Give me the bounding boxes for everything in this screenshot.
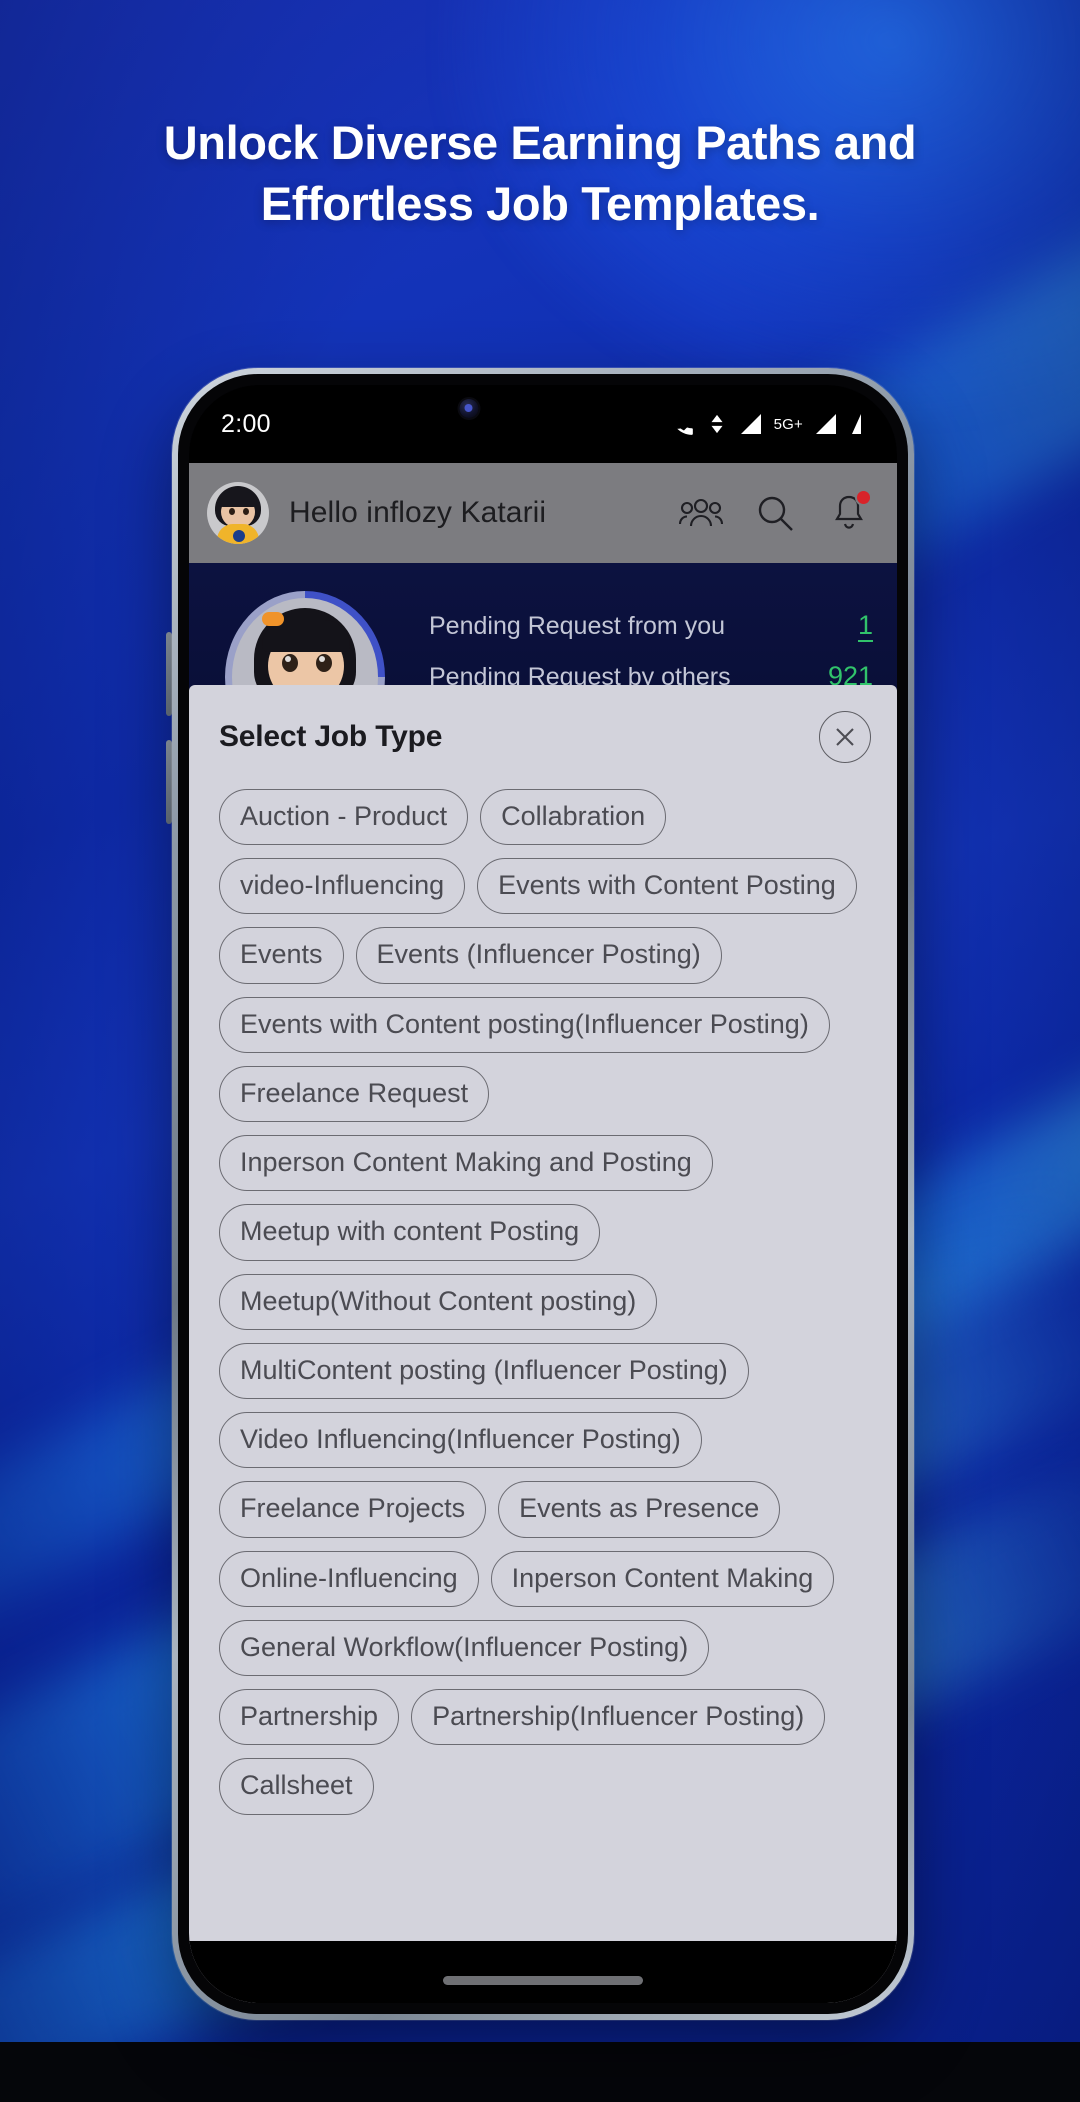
job-type-chip[interactable]: Online-Influencing — [219, 1550, 479, 1607]
status-bar: 2:00 5G+ — [189, 385, 897, 463]
phone-screen: 2:00 5G+ Hello inflozy Katarii Pending R… — [189, 385, 897, 2003]
status-bar-icons: 5G+ — [669, 411, 863, 437]
job-type-chip[interactable]: Events with Content posting(Influencer P… — [219, 996, 830, 1053]
bell-icon[interactable] — [827, 489, 872, 535]
job-type-chip[interactable]: Meetup with content Posting — [219, 1204, 601, 1261]
job-type-chip[interactable]: Events with Content Posting — [477, 858, 857, 915]
job-type-chip[interactable]: Meetup(Without Content posting) — [219, 1273, 658, 1330]
job-type-chip[interactable]: General Workflow(Influencer Posting) — [219, 1619, 710, 1677]
screen-notch — [388, 385, 698, 429]
job-type-chip[interactable]: Freelance Projects — [219, 1481, 487, 1538]
home-indicator[interactable] — [443, 1976, 643, 1985]
job-type-chip-list: Auction - Product Collabration video-Inf… — [219, 789, 871, 1815]
job-type-chip[interactable]: Collabration — [480, 789, 667, 846]
notification-badge — [855, 489, 872, 506]
search-icon[interactable] — [753, 491, 797, 535]
job-type-chip[interactable]: Partnership — [219, 1689, 400, 1746]
headline-line-2: Effortless Job Templates. — [260, 177, 820, 231]
front-camera-icon — [459, 399, 479, 418]
avatar[interactable] — [207, 482, 269, 544]
job-type-chip[interactable]: Auction - Product — [219, 789, 469, 846]
signal-bar-icon — [740, 414, 761, 434]
signal-bar-icon-2 — [816, 414, 836, 434]
group-icon[interactable] — [679, 491, 723, 535]
stat-value[interactable]: 1 — [857, 610, 873, 643]
job-type-chip[interactable]: Inperson Content Making and Posting — [219, 1135, 713, 1192]
job-type-chip[interactable]: MultiContent posting (Influencer Posting… — [219, 1342, 749, 1400]
phone-frame: 2:00 5G+ Hello inflozy Katarii Pending R… — [172, 368, 914, 2020]
job-type-chip[interactable]: Video Influencing(Influencer Posting) — [219, 1412, 702, 1469]
headline-line-1: Unlock Diverse Earning Paths and — [163, 116, 917, 169]
job-type-chip[interactable]: Events — [219, 927, 344, 984]
stat-label: Pending Request from you — [429, 612, 726, 640]
close-icon[interactable] — [819, 711, 871, 763]
job-type-chip[interactable]: video-Influencing — [219, 858, 466, 915]
stat-row[interactable]: Pending Request from you 1 — [429, 601, 873, 652]
app-header: Hello inflozy Katarii — [189, 463, 897, 563]
job-type-chip[interactable]: Events (Influencer Posting) — [355, 927, 722, 984]
screen-bottom-bar — [189, 1941, 897, 2003]
job-type-chip[interactable]: Callsheet — [219, 1758, 374, 1815]
phone-bezel: 2:00 5G+ Hello inflozy Katarii Pending R… — [178, 374, 908, 2014]
background-bottom-bar — [0, 2042, 1080, 2102]
job-type-chip[interactable]: Partnership(Influencer Posting) — [411, 1689, 826, 1746]
signal-bar-icon-3 — [852, 414, 861, 434]
job-type-chip[interactable]: Freelance Request — [219, 1065, 490, 1123]
promo-headline: Unlock Diverse Earning Paths and Effortl… — [0, 112, 1080, 234]
sheet-title: Select Job Type — [219, 720, 443, 753]
job-type-chip[interactable]: Inperson Content Making — [490, 1550, 835, 1607]
job-type-chip[interactable]: Events as Presence — [498, 1481, 781, 1538]
data-transfer-icon — [711, 414, 723, 434]
app-header-actions — [679, 489, 872, 535]
network-type-label: 5G+ — [773, 415, 803, 433]
select-job-type-sheet: Select Job Type Auction - Product Collab… — [189, 685, 897, 2003]
sheet-header: Select Job Type — [219, 711, 871, 763]
greeting-text: Hello inflozy Katarii — [289, 496, 547, 529]
status-bar-time: 2:00 — [221, 409, 271, 438]
